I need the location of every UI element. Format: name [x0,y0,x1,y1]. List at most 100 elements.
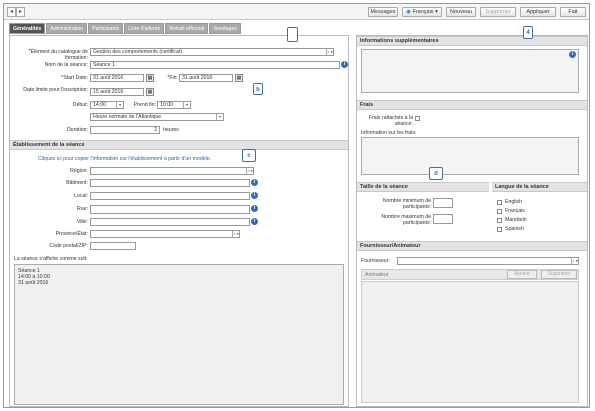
new-button[interactable]: Nouveau [446,7,476,17]
catalog-label: *Élément du catalogue de formation: [28,49,88,61]
max-participants-label: Nombre maximum de participants: [381,214,431,226]
callout-a [287,27,298,42]
globe-icon: ◉ [406,9,411,15]
copy-template-link[interactable]: Cliquez ici pour copier l'information su… [38,156,211,162]
calendar-icon[interactable]: ▦ [146,88,154,96]
fees-info-textarea[interactable] [361,137,579,175]
duration-field[interactable]: 2 [90,126,160,134]
session-form-pane: *Élément du catalogue de formation: Gest… [9,35,349,407]
messages-button[interactable]: Messages [368,7,398,17]
province-label: Province/État: [55,231,88,237]
chevron-down-icon: × ▾ [571,258,578,264]
chevron-down-icon: ▾ [216,114,223,120]
forward-arrow-icon[interactable]: ▸ [16,7,25,17]
language-option: Français [505,208,525,214]
catalog-value: Gestion des comportements (certificat) [93,49,183,55]
chevron-down-icon: × ▾ [246,168,253,174]
city-field[interactable] [90,218,250,226]
animator-table-header: Animateur Ajouter Supprimer [361,269,579,280]
remove-animator-button[interactable]: Supprimer [541,270,577,279]
language-option: Mandarin [505,217,527,223]
info-icon[interactable]: i [341,61,348,68]
end-date-field[interactable]: 31 août 2016 [179,74,233,82]
info-icon[interactable]: i [251,192,258,199]
add-animator-button[interactable]: Ajouter [507,270,537,279]
supplier-select[interactable]: × ▾ [397,257,579,265]
start-date-field[interactable]: 31 août 2016 [90,74,144,82]
tab-general[interactable]: Généralités [9,23,46,34]
fees-info-label: Information sur les frais: [361,130,417,136]
apply-button[interactable]: Appliquer [520,7,556,17]
info-icon[interactable]: i [251,205,258,212]
building-field[interactable] [90,179,250,187]
animator-list [361,281,579,403]
catalog-select[interactable]: Gestion des comportements (certificat) × … [90,48,334,56]
debut-select[interactable]: 14:00 ▾ [90,101,124,109]
max-participants-field[interactable] [433,214,453,224]
details-pane: Informations supplémentaires i Frais Fra… [356,35,588,407]
language-checkbox-english[interactable] [497,200,502,205]
timezone-value: Heure normale de l'Atlantique [93,114,162,120]
supplier-header: Fournisseur/Animateur [357,241,587,251]
delete-button[interactable]: Supprimer [480,7,516,17]
tab-withdrawn[interactable]: Retrait effectué [165,23,209,34]
supplier-label: Fournisseur: [361,258,390,264]
street-label: Rue: [77,206,88,212]
info-textarea[interactable] [361,49,579,93]
region-select[interactable]: × ▾ [90,167,254,175]
chevron-down-icon: ▾ [183,102,190,108]
app-window: ◂ ▸ Messages ◉ Français ▾ Nouveau Suppri… [3,3,590,408]
language-checkbox-spanish[interactable] [497,227,502,232]
fees-header: Frais [357,100,587,110]
timezone-select[interactable]: Heure normale de l'Atlantique ▾ [90,113,224,121]
session-name-label: Nom de la séance: [44,62,88,68]
city-label: Ville: [76,219,88,225]
info-icon[interactable]: i [251,179,258,186]
language-option: Spanish [505,226,524,232]
end-time-value: 10:00 [160,102,173,108]
info-header: Informations supplémentaires [357,36,587,46]
language-button[interactable]: ◉ Français ▾ [402,7,442,17]
nav-buttons: ◂ ▸ [7,7,25,17]
info-icon[interactable]: i [251,218,258,225]
callout-b: b [253,83,263,95]
callout-c: c [242,149,256,162]
room-field[interactable] [90,192,250,200]
tab-participants[interactable]: Participants [88,23,124,34]
min-participants-label: Nombre minimum de participants: [382,198,431,210]
fees-checkbox[interactable] [415,116,420,121]
end-date-label: *Fin: [167,75,178,81]
info-icon[interactable]: i [569,51,576,58]
calendar-icon[interactable]: ▦ [146,74,154,82]
deadline-field[interactable]: 15 août 2016 [90,88,144,96]
region-label: Région: [70,168,88,174]
street-field[interactable] [90,205,250,214]
session-name-field[interactable]: Séance 1 [90,61,340,69]
calendar-icon[interactable]: ▦ [235,74,243,82]
language-label: Français [412,9,434,15]
tab-administration[interactable]: Administration [46,23,88,34]
tab-bar: Généralités Administration Participants … [9,23,241,34]
min-participants-field[interactable] [433,198,453,208]
duration-label: Duration: [66,127,88,133]
top-toolbar: ◂ ▸ Messages ◉ Français ▾ Nouveau Suppri… [4,4,589,20]
building-label: Bâtiment: [66,180,88,186]
language-checkbox-french[interactable] [497,209,502,214]
postal-field[interactable] [90,242,136,250]
chevron-down-icon: ▾ [116,102,123,108]
back-arrow-icon[interactable]: ◂ [7,7,16,17]
language-checkbox-mandarin[interactable] [497,218,502,223]
fees-checkbox-label: Frais rattachés à la séance: [368,115,413,127]
tab-waitlist[interactable]: Liste d'attente [124,23,165,34]
animator-column: Animateur [365,272,389,278]
end-time-select[interactable]: 10:00 ▾ [157,101,191,109]
done-button[interactable]: Fait [560,7,586,17]
end-time-label: Prend fin: [133,102,156,108]
postal-label: Code postal/ZIP: [49,243,88,249]
deadline-label: Date limite pour l'inscription: [23,87,88,93]
start-date-label: *Start Date: [61,75,88,81]
debut-label: Début: [72,102,88,108]
display-line: 31 août 2016 [18,280,49,286]
province-select[interactable]: × ▾ [90,230,240,238]
tab-surveys[interactable]: Sondages [209,23,241,34]
